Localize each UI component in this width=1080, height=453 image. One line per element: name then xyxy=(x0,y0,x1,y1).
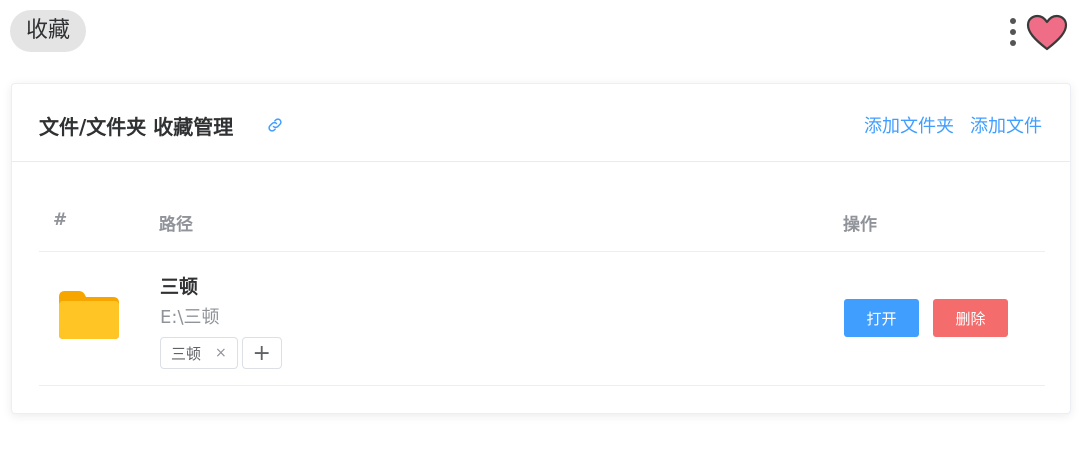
tag-label: 三顿 xyxy=(171,344,202,363)
folder-icon xyxy=(59,291,119,339)
add-folder-link[interactable]: 添加文件夹 xyxy=(864,112,954,138)
open-button[interactable]: 打开 xyxy=(844,299,919,337)
link-icon[interactable] xyxy=(266,116,284,134)
delete-button[interactable]: 删除 xyxy=(933,299,1008,337)
item-name: 三顿 xyxy=(160,276,199,298)
column-header-index: # xyxy=(53,210,68,230)
tag: 三顿 × xyxy=(160,337,238,369)
page-title: 收藏 xyxy=(10,10,87,52)
card-title: 文件/文件夹 收藏管理 xyxy=(39,115,234,139)
tag-list: 三顿 × + xyxy=(160,337,282,369)
header-actions: 添加文件夹 添加文件 xyxy=(864,112,1042,138)
table-header: # 路径 操作 xyxy=(39,194,1045,252)
add-tag-button[interactable]: + xyxy=(241,337,282,369)
column-header-actions: 操作 xyxy=(843,215,877,235)
item-path: E:\三顿 xyxy=(160,307,220,328)
heart-icon[interactable] xyxy=(1026,14,1068,52)
tag-close-icon[interactable]: × xyxy=(215,345,227,361)
row-actions: 打开 删除 xyxy=(844,299,1008,337)
column-header-path: 路径 xyxy=(159,215,193,235)
favorites-table: # 路径 操作 三顿 E:\三顿 三顿 × + 打开 删除 xyxy=(39,194,1045,386)
table-row: 三顿 E:\三顿 三顿 × + 打开 删除 xyxy=(39,252,1045,386)
card-header: 文件/文件夹 收藏管理 添加文件夹 添加文件 xyxy=(12,84,1070,162)
add-file-link[interactable]: 添加文件 xyxy=(970,112,1042,138)
more-menu-icon[interactable] xyxy=(1004,16,1022,48)
favorites-card: 文件/文件夹 收藏管理 添加文件夹 添加文件 # 路径 操作 三顿 E:\三顿 … xyxy=(11,83,1071,414)
